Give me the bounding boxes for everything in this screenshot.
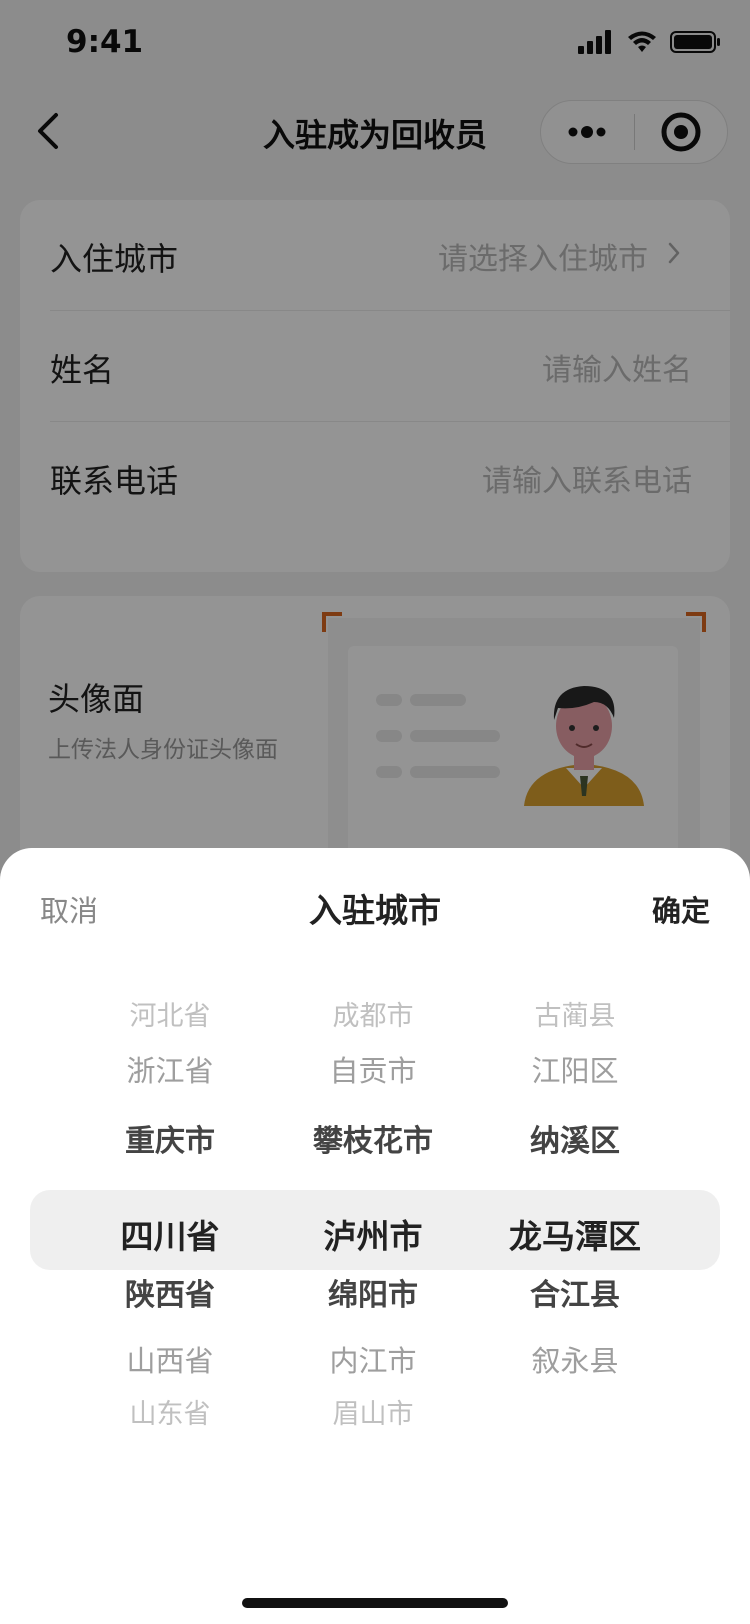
picker-option[interactable]: 叙永县 xyxy=(475,1338,675,1380)
picker-option[interactable]: 山东省 xyxy=(70,1392,270,1431)
picker-option[interactable]: 眉山市 xyxy=(273,1392,473,1431)
picker-option[interactable]: 合江县 xyxy=(475,1270,675,1314)
city-picker-sheet: 取消 入驻城市 确定 河北省 浙江省 重庆市 四川省 陕西省 山西省 山东省 成… xyxy=(0,848,750,1624)
city-picker: 河北省 浙江省 重庆市 四川省 陕西省 山西省 山东省 成都市 自贡市 攀枝花市… xyxy=(0,968,750,1448)
home-indicator xyxy=(242,1598,508,1608)
picker-option[interactable]: 绵阳市 xyxy=(273,1270,473,1314)
picker-option[interactable]: 古蔺县 xyxy=(475,994,675,1033)
picker-option[interactable]: 江阳区 xyxy=(475,1048,675,1090)
picker-option[interactable]: 攀枝花市 xyxy=(273,1116,473,1160)
city-column[interactable]: 成都市 自贡市 攀枝花市 泸州市 绵阳市 内江市 眉山市 xyxy=(273,968,473,1448)
picker-option[interactable]: 自贡市 xyxy=(273,1048,473,1090)
sheet-title: 入驻城市 xyxy=(309,891,441,930)
picker-option[interactable]: 浙江省 xyxy=(70,1048,270,1090)
picker-option-selected[interactable]: 龙马潭区 xyxy=(475,1210,675,1258)
confirm-button[interactable]: 确定 xyxy=(652,888,710,930)
picker-option[interactable]: 山西省 xyxy=(70,1338,270,1380)
picker-option[interactable]: 纳溪区 xyxy=(475,1116,675,1160)
cancel-button[interactable]: 取消 xyxy=(40,888,98,930)
picker-option-selected[interactable]: 泸州市 xyxy=(273,1210,473,1258)
picker-option[interactable]: 内江市 xyxy=(273,1338,473,1380)
province-column[interactable]: 河北省 浙江省 重庆市 四川省 陕西省 山西省 山东省 xyxy=(70,968,270,1448)
picker-option[interactable]: 成都市 xyxy=(273,994,473,1033)
district-column[interactable]: 古蔺县 江阳区 纳溪区 龙马潭区 合江县 叙永县 xyxy=(475,968,675,1448)
picker-option[interactable]: 河北省 xyxy=(70,994,270,1033)
picker-option[interactable]: 重庆市 xyxy=(70,1116,270,1160)
picker-option-selected[interactable]: 四川省 xyxy=(70,1210,270,1258)
picker-option[interactable]: 陕西省 xyxy=(70,1270,270,1314)
